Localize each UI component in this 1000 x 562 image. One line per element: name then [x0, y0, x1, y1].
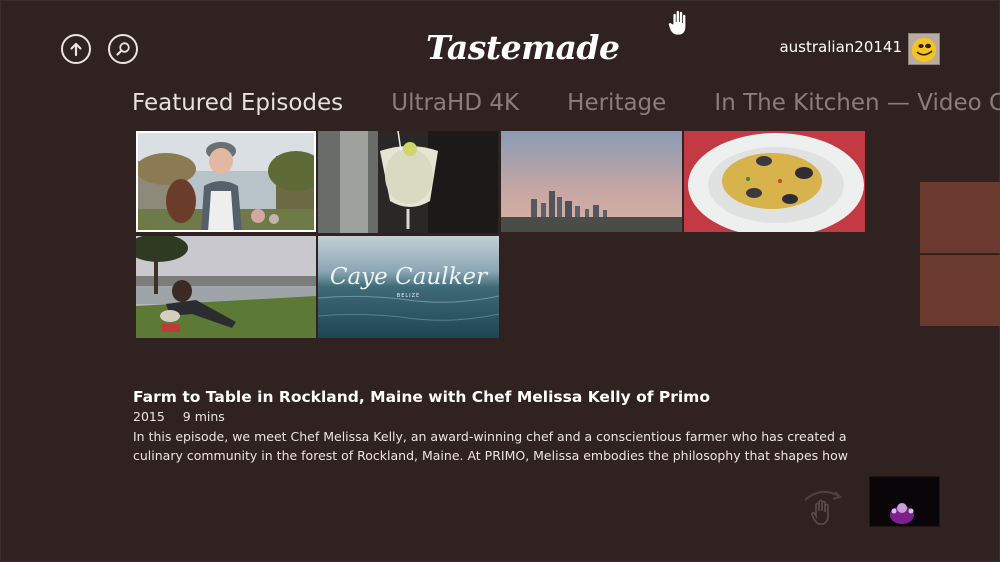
episode-tile-farm-to-table[interactable]	[136, 131, 316, 232]
category-tabs: Featured Episodes UltraHD 4K Heritage In…	[132, 90, 1000, 116]
search-icon	[116, 42, 130, 56]
app-logo: Tastemade	[426, 28, 620, 67]
back-button[interactable]	[61, 34, 91, 64]
tab-in-the-kitchen[interactable]: In The Kitchen — Video Cla	[714, 90, 1000, 116]
cocktail-thumbnail-image	[318, 131, 498, 233]
episode-tile-city-skyline[interactable]	[501, 131, 682, 232]
search-button[interactable]	[108, 34, 138, 64]
episode-tile-caye-caulker[interactable]: Caye Caulker BELIZE	[318, 236, 499, 338]
tab-heritage[interactable]: Heritage	[567, 90, 666, 116]
episode-duration: 9 mins	[182, 409, 225, 424]
swipe-gesture-icon	[804, 490, 843, 525]
back-arrow-icon	[70, 42, 82, 57]
episode-meta: 2015 9 mins	[133, 409, 239, 424]
caye-caulker-overlay-title: Caye Caulker	[329, 264, 488, 290]
episode-title: Farm to Table in Rockland, Maine with Ch…	[133, 388, 710, 406]
episode-tile-pasta-clams[interactable]	[684, 131, 865, 232]
user-avatar[interactable]	[908, 33, 940, 65]
episode-tile-harbor-picnic[interactable]	[136, 236, 316, 338]
camera-preview	[869, 476, 940, 527]
tab-ultrahd-4k[interactable]: UltraHD 4K	[391, 90, 519, 116]
harbor-thumbnail-image	[136, 236, 316, 338]
camera-preview-image	[870, 477, 939, 526]
skyline-thumbnail-image	[501, 131, 682, 232]
farm-thumbnail-image	[136, 131, 316, 232]
smiley-avatar-icon	[912, 38, 936, 62]
next-section-tile-top[interactable]	[920, 182, 1000, 253]
caye-caulker-overlay-subtitle: BELIZE	[396, 293, 421, 299]
pasta-thumbnail-image	[684, 131, 865, 232]
next-section-tile-bottom[interactable]	[920, 255, 1000, 326]
episode-tile-cocktail[interactable]	[318, 131, 498, 233]
episode-year: 2015	[133, 409, 165, 424]
hand-cursor-icon	[668, 10, 687, 36]
tab-featured-episodes[interactable]: Featured Episodes	[132, 90, 343, 116]
episode-description: In this episode, we meet Chef Melissa Ke…	[133, 429, 848, 463]
username-label[interactable]: australian20141	[779, 38, 902, 56]
